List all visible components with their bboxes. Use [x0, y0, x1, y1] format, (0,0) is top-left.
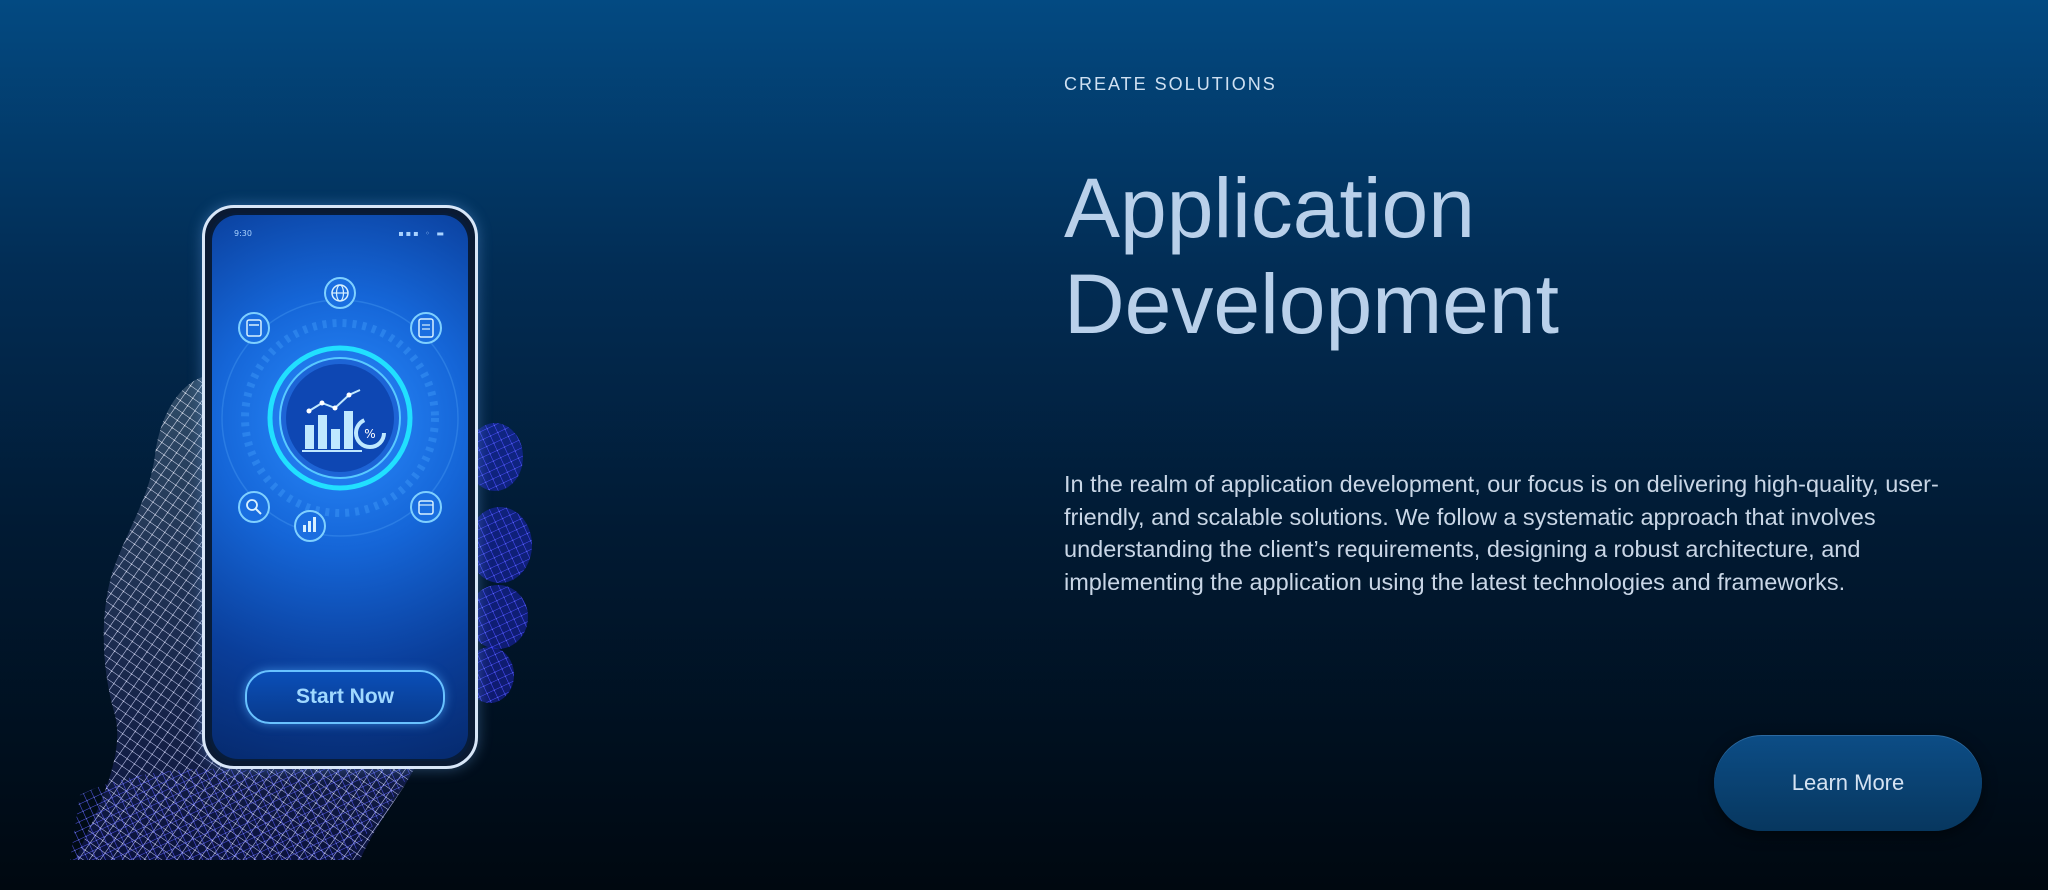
title-line-2: Development	[1064, 257, 1559, 351]
hero-illustration: % 9:30 ▪▪▪ ◦ ▬ Start Now	[60, 195, 580, 870]
search-icon	[238, 491, 270, 523]
document-icon	[410, 312, 442, 344]
learn-more-button[interactable]: Learn More	[1714, 735, 1982, 831]
percent-badge: %	[364, 427, 375, 441]
title-line-1: Application	[1064, 161, 1475, 255]
page-title: Application Development	[1064, 160, 1824, 352]
phone-screen: % 9:30 ▪▪▪ ◦ ▬ Start Now	[212, 215, 468, 759]
phone-status-bar: 9:30 ▪▪▪ ◦ ▬	[234, 229, 446, 239]
calendar-icon	[410, 491, 442, 523]
status-icons: ▪▪▪ ◦ ▬	[398, 229, 446, 238]
bar-chart-icon	[294, 510, 326, 542]
section-description: In the realm of application development,…	[1064, 471, 1939, 595]
section-eyebrow: CREATE SOLUTIONS	[1064, 74, 1277, 94]
globe-icon	[324, 277, 356, 309]
status-time: 9:30	[234, 229, 252, 238]
smartphone-mockup: % 9:30 ▪▪▪ ◦ ▬ Start Now	[202, 205, 478, 769]
calculator-icon	[238, 312, 270, 344]
start-now-button: Start Now	[245, 670, 445, 724]
